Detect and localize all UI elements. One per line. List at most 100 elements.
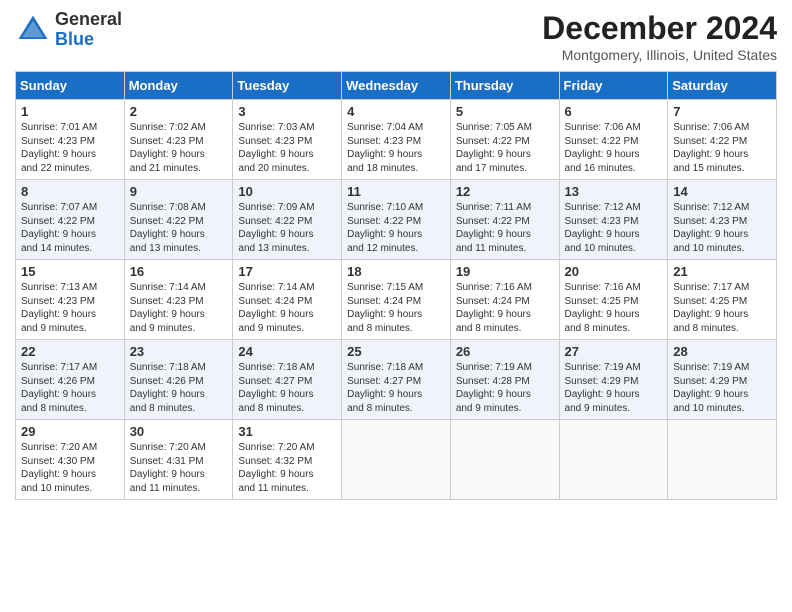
day-number: 1 (21, 104, 119, 119)
day-number: 11 (347, 184, 445, 199)
day-cell-7: 7 Sunrise: 7:06 AM Sunset: 4:22 PM Daylig… (668, 100, 777, 180)
day-number: 18 (347, 264, 445, 279)
column-header-sunday: Sunday (16, 72, 125, 100)
day-cell-31: 31 Sunrise: 7:20 AM Sunset: 4:32 PM Dayli… (233, 420, 342, 500)
day-info: Sunrise: 7:16 AM Sunset: 4:24 PM Dayligh… (456, 281, 554, 335)
day-cell-8: 8 Sunrise: 7:07 AM Sunset: 4:22 PM Daylig… (16, 180, 125, 260)
day-cell-14: 14Sunrise: 7:12 AM Sunset: 4:23 PM Dayli… (668, 180, 777, 260)
logo: General Blue (15, 10, 122, 50)
week-row-2: 8 Sunrise: 7:07 AM Sunset: 4:22 PM Daylig… (16, 180, 777, 260)
day-number: 13 (565, 184, 663, 199)
day-cell-12: 12Sunrise: 7:11 AM Sunset: 4:22 PM Dayli… (450, 180, 559, 260)
day-number: 25 (347, 344, 445, 359)
day-info: Sunrise: 7:17 AM Sunset: 4:26 PM Dayligh… (21, 361, 119, 415)
day-info: Sunrise: 7:19 AM Sunset: 4:29 PM Dayligh… (565, 361, 663, 415)
day-cell-24: 24Sunrise: 7:18 AM Sunset: 4:27 PM Dayli… (233, 340, 342, 420)
day-info: Sunrise: 7:16 AM Sunset: 4:25 PM Dayligh… (565, 281, 663, 335)
day-info: Sunrise: 7:20 AM Sunset: 4:32 PM Dayligh… (238, 441, 336, 495)
day-info: Sunrise: 7:15 AM Sunset: 4:24 PM Dayligh… (347, 281, 445, 335)
calendar-table: SundayMondayTuesdayWednesdayThursdayFrid… (15, 71, 777, 500)
day-number: 4 (347, 104, 445, 119)
empty-cell (668, 420, 777, 500)
day-info: Sunrise: 7:03 AM Sunset: 4:23 PM Dayligh… (238, 121, 336, 175)
day-cell-16: 16Sunrise: 7:14 AM Sunset: 4:23 PM Dayli… (124, 260, 233, 340)
column-headers-row: SundayMondayTuesdayWednesdayThursdayFrid… (16, 72, 777, 100)
day-number: 10 (238, 184, 336, 199)
day-number: 26 (456, 344, 554, 359)
day-cell-26: 26 Sunrise: 7:19 AM Sunset: 4:28 PM Dayli… (450, 340, 559, 420)
day-number: 28 (673, 344, 771, 359)
day-info: Sunrise: 7:20 AM Sunset: 4:30 PM Dayligh… (21, 441, 119, 495)
logo-icon (15, 12, 51, 48)
empty-cell (342, 420, 451, 500)
day-info: Sunrise: 7:06 AM Sunset: 4:22 PM Dayligh… (673, 121, 771, 175)
day-number: 5 (456, 104, 554, 119)
calendar-body: 1 Sunrise: 7:01 AM Sunset: 4:23 PM Daylig… (16, 100, 777, 500)
day-cell-22: 22Sunrise: 7:17 AM Sunset: 4:26 PM Dayli… (16, 340, 125, 420)
day-info: Sunrise: 7:20 AM Sunset: 4:31 PM Dayligh… (130, 441, 228, 495)
column-header-friday: Friday (559, 72, 668, 100)
title-block: December 2024 Montgomery, Illinois, Unit… (542, 10, 777, 63)
day-cell-18: 18 Sunrise: 7:15 AM Sunset: 4:24 PM Dayli… (342, 260, 451, 340)
day-cell-30: 30 Sunrise: 7:20 AM Sunset: 4:31 PM Dayli… (124, 420, 233, 500)
empty-cell (450, 420, 559, 500)
week-row-1: 1 Sunrise: 7:01 AM Sunset: 4:23 PM Daylig… (16, 100, 777, 180)
location: Montgomery, Illinois, United States (542, 47, 777, 63)
day-cell-19: 19Sunrise: 7:16 AM Sunset: 4:24 PM Dayli… (450, 260, 559, 340)
logo-text: General Blue (55, 10, 122, 50)
week-row-3: 15 Sunrise: 7:13 AM Sunset: 4:23 PM Dayli… (16, 260, 777, 340)
day-number: 3 (238, 104, 336, 119)
day-cell-10: 10 Sunrise: 7:09 AM Sunset: 4:22 PM Dayli… (233, 180, 342, 260)
day-info: Sunrise: 7:06 AM Sunset: 4:22 PM Dayligh… (565, 121, 663, 175)
column-header-tuesday: Tuesday (233, 72, 342, 100)
day-cell-21: 21 Sunrise: 7:17 AM Sunset: 4:25 PM Dayli… (668, 260, 777, 340)
day-info: Sunrise: 7:18 AM Sunset: 4:26 PM Dayligh… (130, 361, 228, 415)
day-number: 12 (456, 184, 554, 199)
day-info: Sunrise: 7:14 AM Sunset: 4:24 PM Dayligh… (238, 281, 336, 335)
day-cell-1: 1 Sunrise: 7:01 AM Sunset: 4:23 PM Daylig… (16, 100, 125, 180)
day-info: Sunrise: 7:18 AM Sunset: 4:27 PM Dayligh… (347, 361, 445, 415)
day-cell-28: 28Sunrise: 7:19 AM Sunset: 4:29 PM Dayli… (668, 340, 777, 420)
day-cell-29: 29 Sunrise: 7:20 AM Sunset: 4:30 PM Dayli… (16, 420, 125, 500)
day-number: 30 (130, 424, 228, 439)
day-info: Sunrise: 7:07 AM Sunset: 4:22 PM Dayligh… (21, 201, 119, 255)
day-number: 6 (565, 104, 663, 119)
day-info: Sunrise: 7:05 AM Sunset: 4:22 PM Dayligh… (456, 121, 554, 175)
day-info: Sunrise: 7:10 AM Sunset: 4:22 PM Dayligh… (347, 201, 445, 255)
day-info: Sunrise: 7:01 AM Sunset: 4:23 PM Dayligh… (21, 121, 119, 175)
column-header-thursday: Thursday (450, 72, 559, 100)
day-info: Sunrise: 7:13 AM Sunset: 4:23 PM Dayligh… (21, 281, 119, 335)
day-number: 21 (673, 264, 771, 279)
day-number: 29 (21, 424, 119, 439)
day-cell-23: 23 Sunrise: 7:18 AM Sunset: 4:26 PM Dayli… (124, 340, 233, 420)
day-number: 23 (130, 344, 228, 359)
week-row-5: 29 Sunrise: 7:20 AM Sunset: 4:30 PM Dayli… (16, 420, 777, 500)
day-cell-13: 13 Sunrise: 7:12 AM Sunset: 4:23 PM Dayli… (559, 180, 668, 260)
day-cell-11: 11 Sunrise: 7:10 AM Sunset: 4:22 PM Dayli… (342, 180, 451, 260)
day-cell-25: 25 Sunrise: 7:18 AM Sunset: 4:27 PM Dayli… (342, 340, 451, 420)
day-info: Sunrise: 7:12 AM Sunset: 4:23 PM Dayligh… (565, 201, 663, 255)
day-number: 20 (565, 264, 663, 279)
day-info: Sunrise: 7:02 AM Sunset: 4:23 PM Dayligh… (130, 121, 228, 175)
day-info: Sunrise: 7:08 AM Sunset: 4:22 PM Dayligh… (130, 201, 228, 255)
day-info: Sunrise: 7:09 AM Sunset: 4:22 PM Dayligh… (238, 201, 336, 255)
day-info: Sunrise: 7:17 AM Sunset: 4:25 PM Dayligh… (673, 281, 771, 335)
day-info: Sunrise: 7:04 AM Sunset: 4:23 PM Dayligh… (347, 121, 445, 175)
day-number: 14 (673, 184, 771, 199)
column-header-wednesday: Wednesday (342, 72, 451, 100)
week-row-4: 22Sunrise: 7:17 AM Sunset: 4:26 PM Dayli… (16, 340, 777, 420)
day-number: 27 (565, 344, 663, 359)
empty-cell (559, 420, 668, 500)
day-number: 15 (21, 264, 119, 279)
day-number: 7 (673, 104, 771, 119)
column-header-monday: Monday (124, 72, 233, 100)
day-cell-9: 9Sunrise: 7:08 AM Sunset: 4:22 PM Daylig… (124, 180, 233, 260)
day-info: Sunrise: 7:19 AM Sunset: 4:28 PM Dayligh… (456, 361, 554, 415)
day-cell-3: 3 Sunrise: 7:03 AM Sunset: 4:23 PM Daylig… (233, 100, 342, 180)
day-info: Sunrise: 7:18 AM Sunset: 4:27 PM Dayligh… (238, 361, 336, 415)
day-number: 31 (238, 424, 336, 439)
day-cell-6: 6 Sunrise: 7:06 AM Sunset: 4:22 PM Daylig… (559, 100, 668, 180)
day-number: 8 (21, 184, 119, 199)
month-title: December 2024 (542, 10, 777, 47)
day-cell-20: 20 Sunrise: 7:16 AM Sunset: 4:25 PM Dayli… (559, 260, 668, 340)
